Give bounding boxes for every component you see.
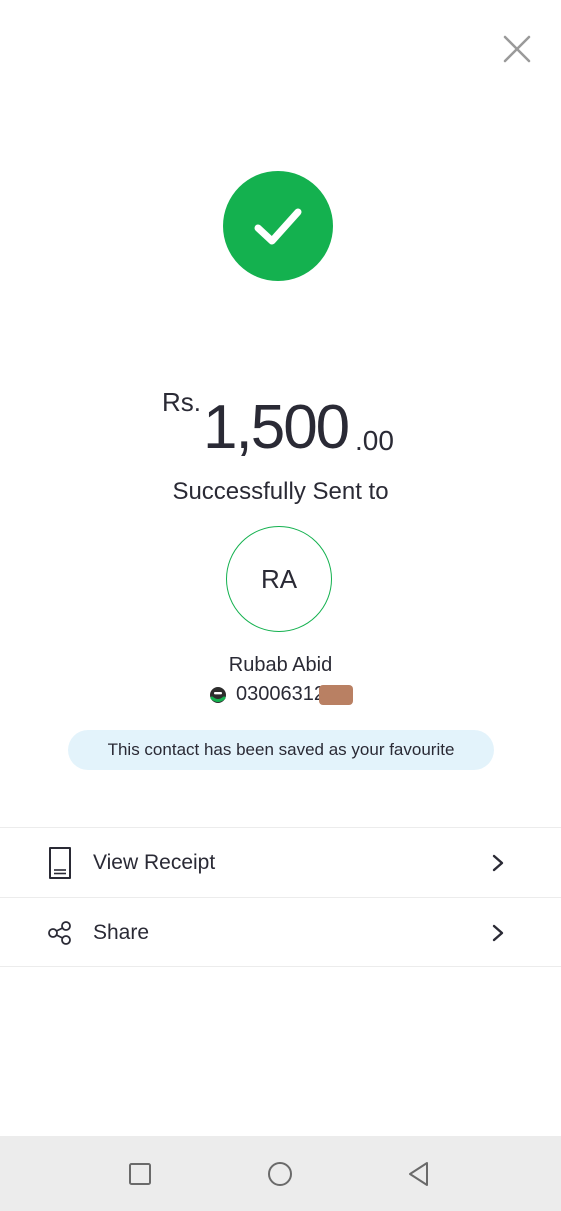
amount-whole: 1,500 bbox=[203, 393, 350, 462]
square-icon bbox=[129, 1163, 151, 1185]
success-badge bbox=[223, 171, 333, 281]
triangle-back-icon bbox=[409, 1162, 428, 1186]
divider bbox=[0, 897, 561, 898]
recipient-name: Rubab Abid bbox=[228, 654, 333, 676]
success-message: Successfully Sent to bbox=[172, 478, 389, 505]
avatar: RA bbox=[226, 526, 332, 632]
divider bbox=[0, 827, 561, 828]
share-label: Share bbox=[93, 921, 150, 944]
recipient-number-text: 03006312 bbox=[236, 683, 325, 705]
close-icon bbox=[503, 35, 531, 63]
back-button[interactable] bbox=[405, 1160, 433, 1188]
redaction-mark bbox=[318, 684, 353, 705]
wallet-logo-icon bbox=[210, 686, 226, 703]
view-receipt-label: View Receipt bbox=[93, 851, 216, 874]
amount-display: Rs. 1,500 .00 bbox=[0, 383, 561, 463]
close-button[interactable] bbox=[498, 30, 536, 68]
recipient-number-row: 03006312 bbox=[0, 683, 561, 706]
favourite-banner: This contact has been saved as your favo… bbox=[68, 730, 494, 770]
receipt-icon bbox=[46, 846, 74, 880]
amount-cents: .00 bbox=[355, 425, 394, 456]
share-row[interactable]: Share bbox=[0, 899, 561, 967]
recipient-number: 03006312 bbox=[236, 683, 353, 706]
amount-currency: Rs. bbox=[162, 387, 201, 417]
home-button[interactable] bbox=[266, 1160, 294, 1188]
circle-icon bbox=[268, 1162, 292, 1186]
system-nav-bar bbox=[0, 1136, 561, 1211]
chevron-right-icon bbox=[492, 854, 504, 872]
divider bbox=[0, 966, 561, 967]
chevron-right-icon bbox=[492, 924, 504, 942]
view-receipt-row[interactable]: View Receipt bbox=[0, 829, 561, 897]
recent-apps-button[interactable] bbox=[126, 1160, 154, 1188]
share-icon bbox=[46, 916, 74, 950]
checkmark-icon bbox=[254, 208, 302, 245]
